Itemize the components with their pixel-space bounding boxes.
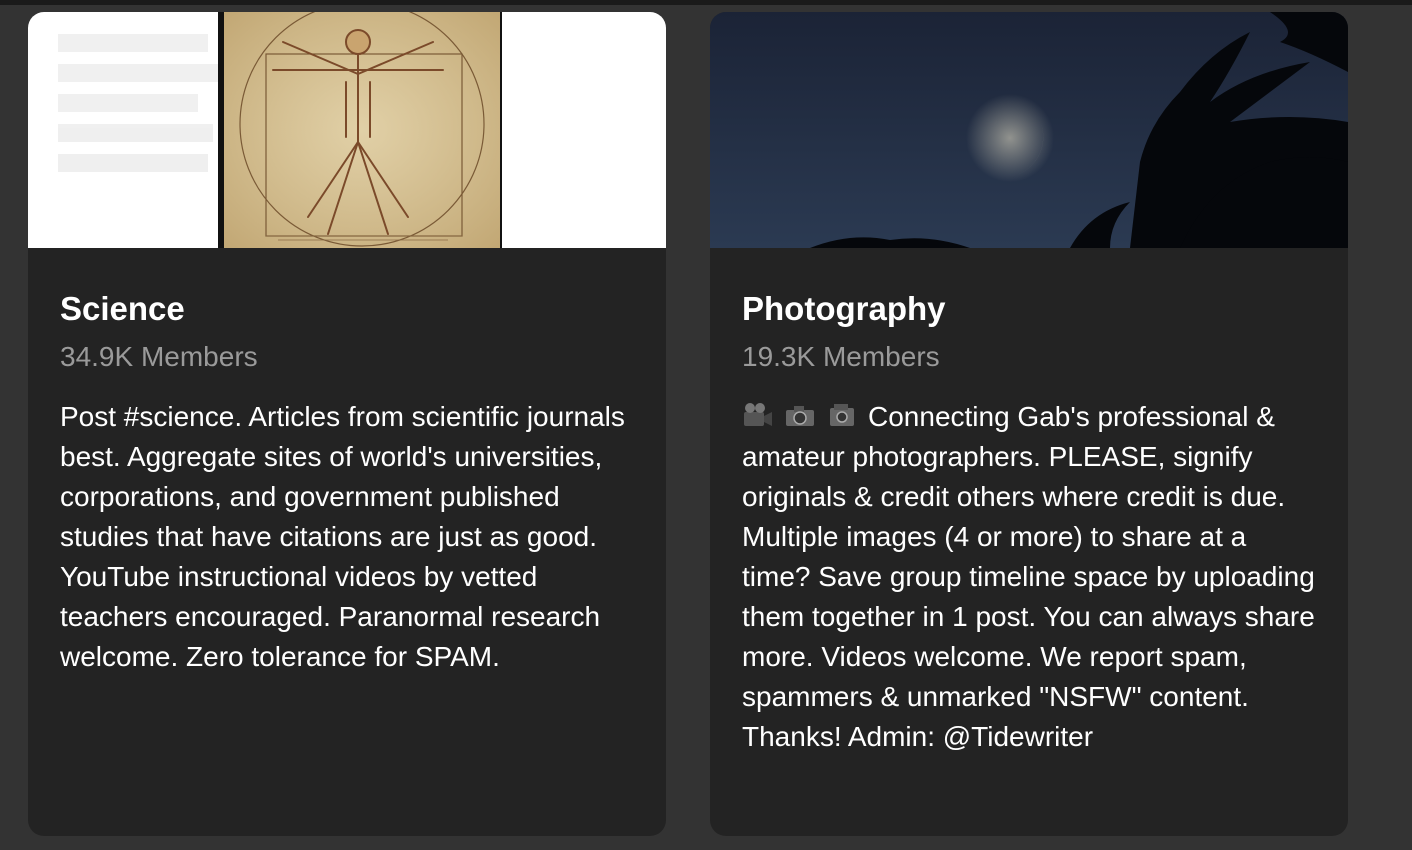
video-camera-icon <box>826 402 858 430</box>
camera-icon <box>784 402 816 430</box>
group-card-science[interactable]: Science 34.9K Members Post #science. Art… <box>28 12 666 836</box>
group-card-body: Photography 19.3K Members Connecting Gab… <box>710 248 1348 757</box>
group-title[interactable]: Science <box>60 289 634 329</box>
group-description-text: Connecting Gab's professional & amateur … <box>742 401 1315 752</box>
group-banner-science[interactable] <box>28 12 666 248</box>
top-bar <box>0 0 1412 5</box>
group-card-body: Science 34.9K Members Post #science. Art… <box>28 248 666 677</box>
group-title[interactable]: Photography <box>742 289 1316 329</box>
movie-camera-icon <box>742 402 774 430</box>
vitruvian-man-image <box>28 12 666 248</box>
group-member-count: 19.3K Members <box>742 341 940 372</box>
group-description: Post #science. Articles from scientific … <box>60 401 625 672</box>
group-member-count: 34.9K Members <box>60 341 258 372</box>
crescent-moon-image <box>710 12 1348 248</box>
camera-emoji-row <box>742 401 868 432</box>
group-card-photography[interactable]: Photography 19.3K Members Connecting Gab… <box>710 12 1348 836</box>
group-description: Connecting Gab's professional & amateur … <box>742 397 1316 757</box>
group-banner-photography[interactable] <box>710 12 1348 248</box>
